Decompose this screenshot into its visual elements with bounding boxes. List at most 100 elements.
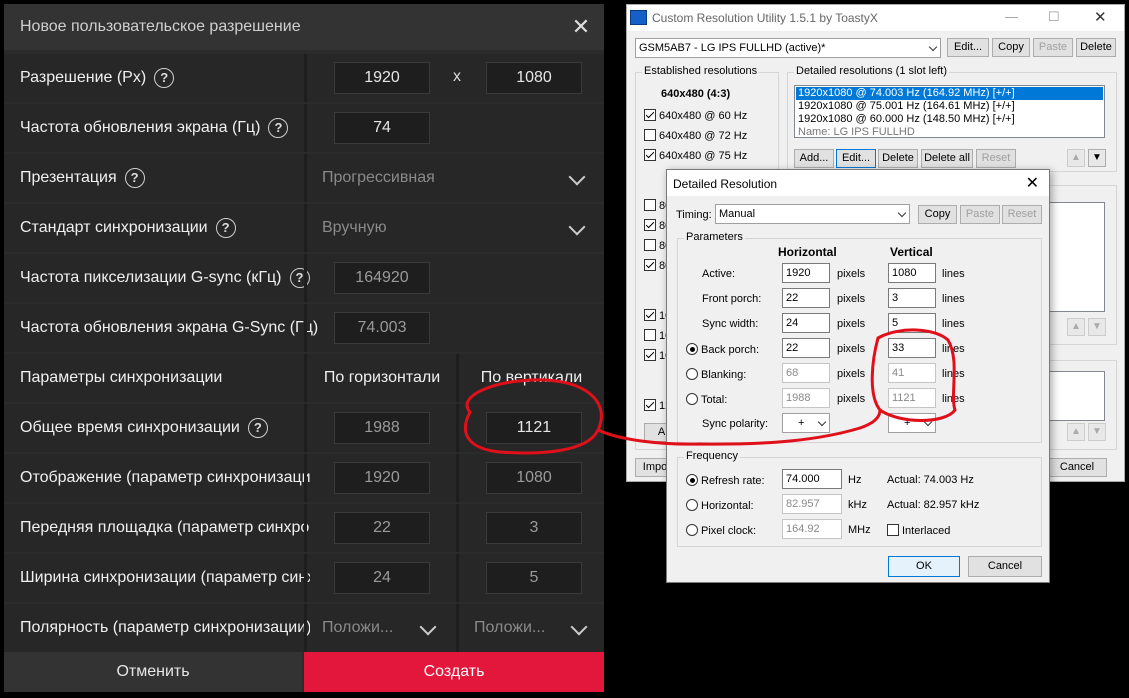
radio[interactable] [686,393,698,405]
syncw-v-input[interactable]: 5 [486,562,582,594]
delete-all-button[interactable]: Delete all [921,149,973,168]
h-blank-input[interactable]: 68 [782,363,830,383]
reset-button[interactable]: Reset [976,149,1016,168]
close-icon[interactable]: ✕ [1094,8,1107,26]
established-item[interactable]: 640x480 @ 60 Hz [644,109,747,122]
move-up-icon[interactable]: ▲ [1067,318,1085,336]
help-icon[interactable]: ? [154,67,175,88]
move-up-icon[interactable]: ▲ [1067,149,1085,167]
total-v-input[interactable]: 1121 [486,412,582,444]
established-item[interactable]: 640x480 @ 75 Hz [644,149,747,162]
help-icon[interactable]: ? [215,217,236,238]
gsync-refresh-input[interactable]: 74.003 [334,312,430,344]
close-icon[interactable]: ✕ [1026,173,1039,193]
h-active-input[interactable]: 1920 [782,263,830,283]
delete-button[interactable]: Delete [1076,38,1116,57]
move-down-icon[interactable]: ▼ [1088,423,1106,441]
dr-reset-button[interactable]: Reset [1002,205,1042,224]
pixel-clock-input[interactable]: 164920 [334,262,430,294]
front-v-input[interactable]: 3 [486,512,582,544]
dr-paste-button[interactable]: Paste [960,205,1000,224]
h-sync-input[interactable]: 24 [782,313,830,333]
sync-standard-select[interactable]: Вручную [322,204,387,252]
help-icon[interactable]: ? [247,417,268,438]
monitor-select[interactable]: GSM5AB7 - LG IPS FULLHD (active)* [635,38,941,58]
horizontal-freq-radio[interactable]: Horizontal: [686,499,754,512]
edit-detailed-button[interactable]: Edit... [836,149,876,168]
total-h-input[interactable]: 1988 [334,412,430,444]
cancel-button[interactable]: Отменить [4,652,302,692]
refresh-input[interactable]: 74 [334,112,430,144]
total-radio[interactable]: Total: [686,393,727,406]
v-front-input[interactable]: 3 [888,288,936,308]
h-total-input[interactable]: 1988 [782,388,830,408]
help-icon[interactable]: ? [268,117,289,138]
chevron-down-icon[interactable] [568,168,586,186]
resolution-height-input[interactable]: 1080 [486,62,582,94]
list-item[interactable]: 1920x1080 @ 60.000 Hz (148.50 MHz) [+/+] [798,113,1015,126]
detailed-list[interactable]: 1920x1080 @ 74.003 Hz (164.92 MHz) [+/+]… [794,85,1105,138]
help-icon[interactable]: ? [124,167,145,188]
maximize-icon[interactable]: ☐ [1048,9,1060,25]
move-up-icon[interactable]: ▲ [1067,423,1085,441]
move-down-icon[interactable]: ▼ [1088,149,1106,167]
resolution-width-input[interactable]: 1920 [334,62,430,94]
chevron-down-icon[interactable] [570,618,588,636]
syncw-h-input[interactable]: 24 [334,562,430,594]
radio[interactable] [686,474,698,486]
refresh-rate-input[interactable]: 74.000 [782,469,842,489]
v-active-input[interactable]: 1080 [888,263,936,283]
display-h-input[interactable]: 1920 [334,462,430,494]
copy-button[interactable]: Copy [992,38,1030,57]
timing-select[interactable]: Manual [715,204,910,224]
checkbox[interactable] [644,109,656,121]
horizontal-header: Horizontal [778,245,837,259]
dr-copy-button[interactable]: Copy [918,205,957,224]
blanking-radio[interactable]: Blanking: [686,368,746,381]
chevron-down-icon[interactable] [419,618,437,636]
checkbox[interactable] [644,129,656,141]
delete-detailed-button[interactable]: Delete [878,149,918,168]
horizontal-freq-input[interactable]: 82.957 [782,494,842,514]
v-total-input[interactable]: 1121 [888,388,936,408]
refresh-rate-radio[interactable]: Refresh rate: [686,474,765,487]
v-polarity-select[interactable]: + [888,413,936,433]
front-h-input[interactable]: 22 [334,512,430,544]
list-item[interactable]: Name: LG IPS FULLHD [798,126,915,139]
presentation-select[interactable]: Прогрессивная [322,154,435,202]
display-v-input[interactable]: 1080 [486,462,582,494]
list-item[interactable]: 1920x1080 @ 75.001 Hz (164.61 MHz) [+/+] [798,100,1015,113]
ok-button[interactable]: OK [888,556,960,577]
checkbox[interactable] [644,149,656,161]
h-polarity-select[interactable]: + [782,413,830,433]
cru-cancel-button[interactable]: Cancel [1047,458,1107,477]
radio[interactable] [686,499,698,511]
edit-monitor-button[interactable]: Edit... [947,38,989,57]
v-back-input[interactable]: 33 [888,338,936,358]
radio[interactable] [686,524,698,536]
v-blank-input[interactable]: 41 [888,363,936,383]
radio[interactable] [686,343,698,355]
checkbox[interactable] [887,524,899,536]
h-front-input[interactable]: 22 [782,288,830,308]
close-icon[interactable]: ✕ [568,14,594,40]
create-button[interactable]: Создать [304,652,604,692]
pixel-clock-radio[interactable]: Pixel clock: [686,524,756,537]
v-sync-input[interactable]: 5 [888,313,936,333]
move-down-icon[interactable]: ▼ [1088,318,1106,336]
polarity-h-select[interactable]: Положи... [322,604,393,652]
h-back-input[interactable]: 22 [782,338,830,358]
chevron-down-icon[interactable] [568,218,586,236]
radio[interactable] [686,368,698,380]
add-button[interactable]: Add... [794,149,834,168]
established-header: 640x480 (4:3) [661,88,731,100]
paste-button[interactable]: Paste [1033,38,1073,57]
list-item[interactable]: 1920x1080 @ 74.003 Hz (164.92 MHz) [+/+] [796,87,1103,100]
established-item[interactable]: 640x480 @ 72 Hz [644,129,747,142]
interlaced-checkbox[interactable]: Interlaced [887,524,950,537]
polarity-v-select[interactable]: Положи... [474,604,545,652]
dr-cancel-button[interactable]: Cancel [968,556,1042,577]
pixel-clock-input[interactable]: 164.92 [782,519,842,539]
back-porch-radio[interactable]: Back porch: [686,343,759,356]
minimize-icon[interactable]: — [1005,9,1018,24]
